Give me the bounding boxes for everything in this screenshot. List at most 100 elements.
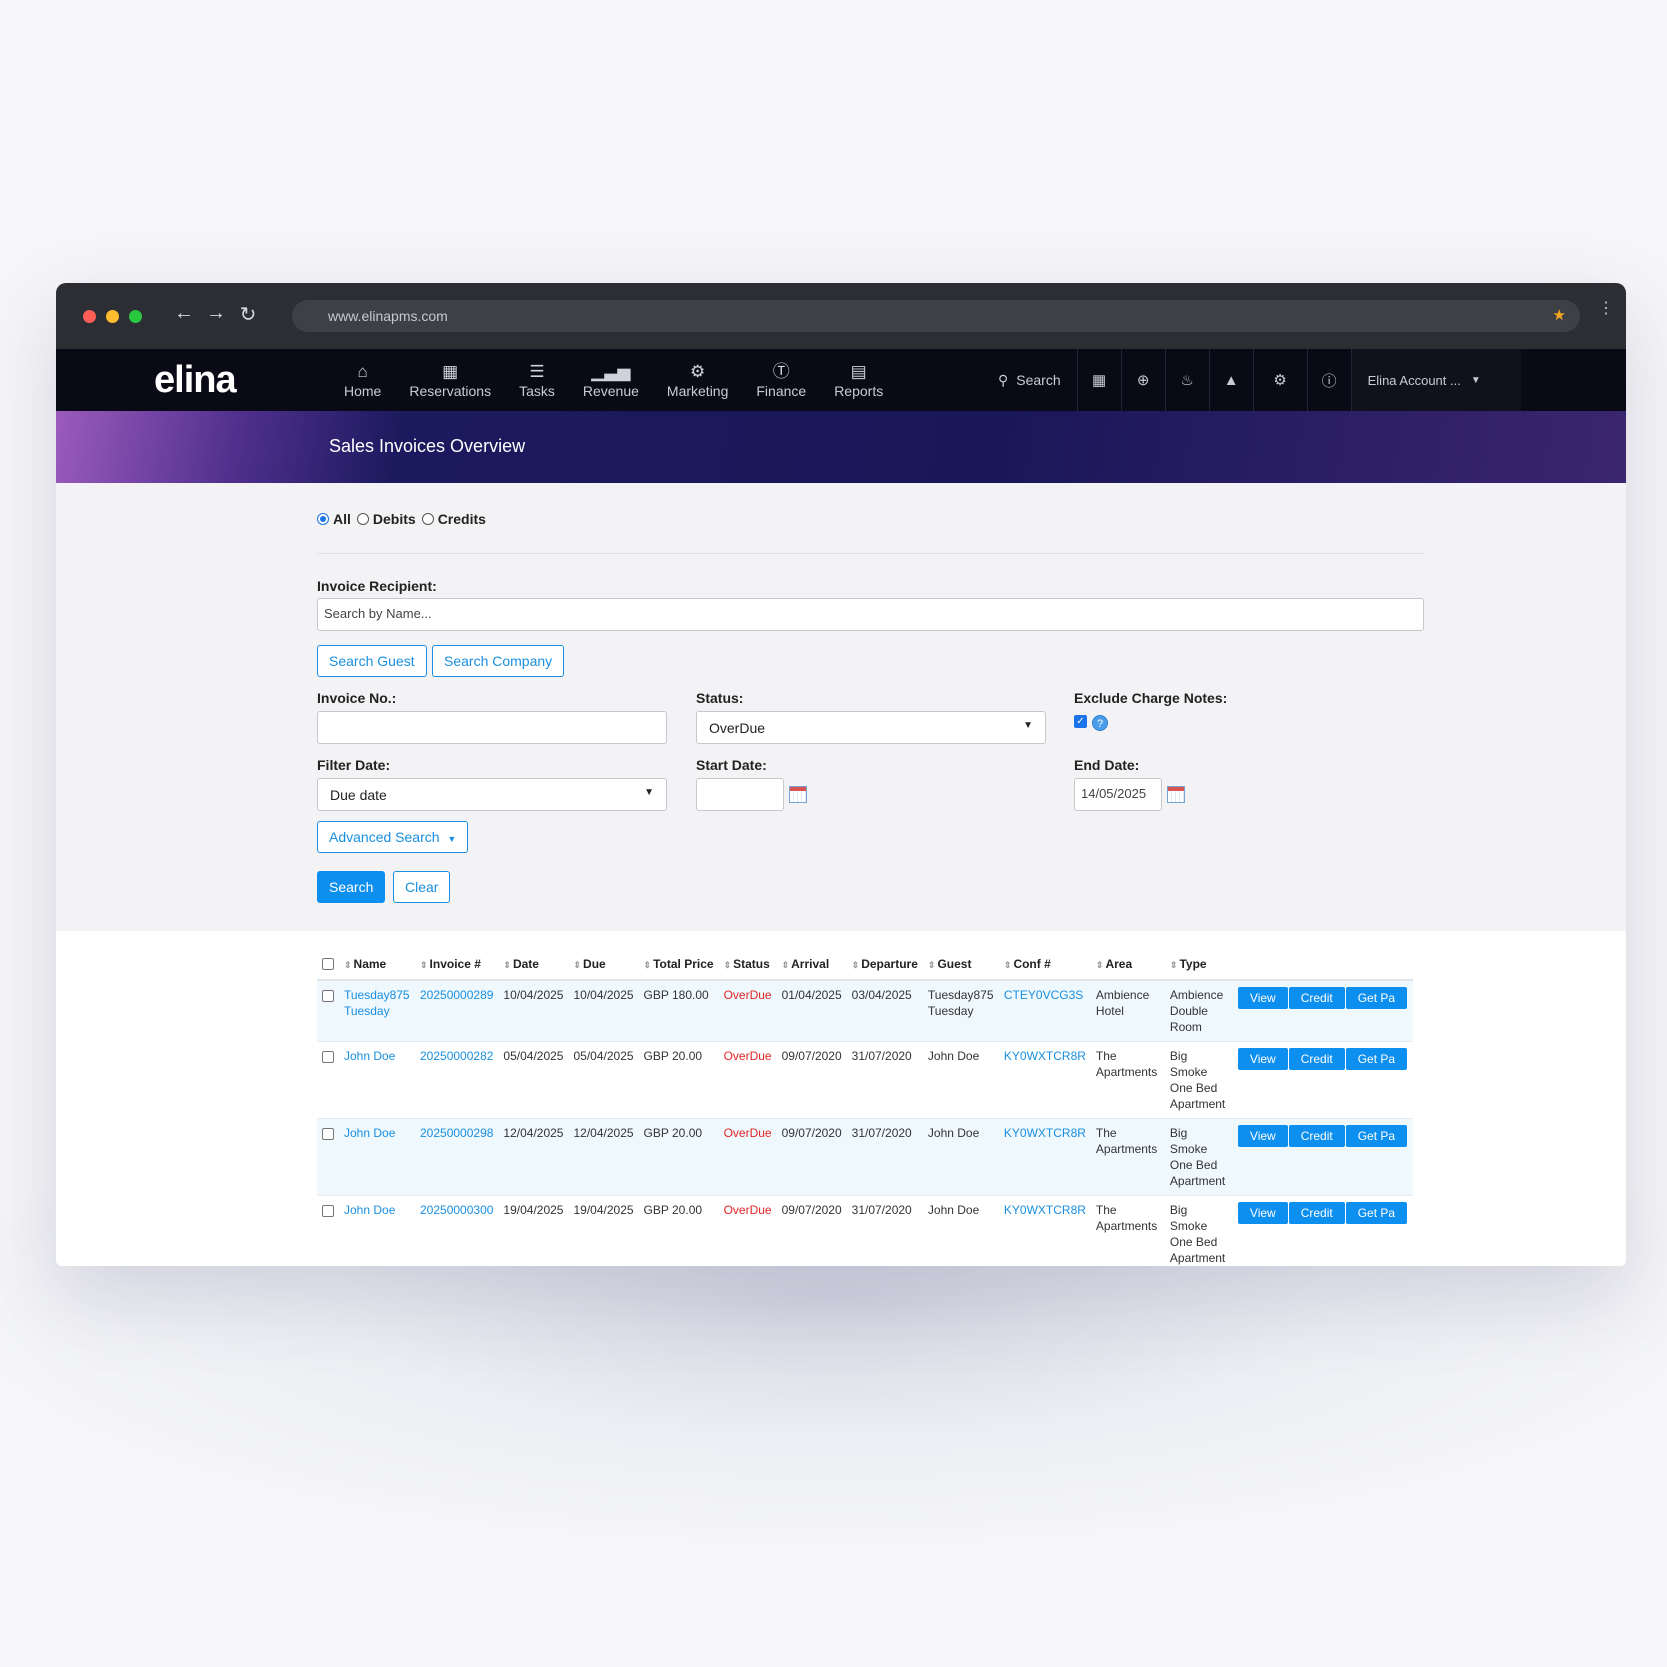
search-guest-button[interactable]: Search Guest bbox=[317, 645, 427, 677]
nav-item-reports[interactable]: ▤ Reports bbox=[834, 361, 883, 399]
view-button[interactable]: View bbox=[1237, 1048, 1288, 1070]
name-link[interactable]: John Doe bbox=[344, 1126, 395, 1140]
name-link[interactable]: John Doe bbox=[344, 1049, 395, 1063]
nav-item-tasks[interactable]: ☰ Tasks bbox=[519, 361, 555, 399]
filter-date-select[interactable]: Due date ▼ bbox=[317, 778, 667, 811]
column-header-conf[interactable]: ⇕ Conf # bbox=[998, 949, 1091, 981]
help-icon[interactable]: ⓘ bbox=[1308, 349, 1352, 411]
account-dropdown[interactable]: Elina Account ... ▼ bbox=[1351, 349, 1521, 411]
chevron-down-icon: ▼ bbox=[644, 787, 654, 798]
column-header-label: Total Price bbox=[653, 957, 714, 971]
status-select[interactable]: OverDue ▼ bbox=[696, 711, 1046, 744]
sort-icon: ⇕ bbox=[573, 960, 582, 970]
start-date-input[interactable] bbox=[696, 778, 784, 811]
bell-icon[interactable]: ♨ bbox=[1166, 349, 1210, 411]
calendar-icon[interactable] bbox=[789, 786, 807, 803]
minimize-window-dot[interactable] bbox=[106, 310, 119, 323]
date-cell: 19/04/2025 bbox=[498, 1195, 569, 1266]
get-payment-button[interactable]: Get Pa bbox=[1345, 1125, 1408, 1147]
global-search-button[interactable]: ⚲ Search bbox=[976, 349, 1078, 411]
view-button[interactable]: View bbox=[1237, 1202, 1288, 1224]
conf-link[interactable]: KY0WXTCR8R bbox=[1004, 1049, 1086, 1063]
calendar-tool-icon[interactable]: ▦ bbox=[1078, 349, 1122, 411]
settings-icon[interactable]: ⚙ bbox=[1254, 349, 1308, 411]
close-window-dot[interactable] bbox=[83, 310, 96, 323]
column-header-area[interactable]: ⇕ Area bbox=[1090, 949, 1165, 981]
credit-button[interactable]: Credit bbox=[1288, 1202, 1345, 1224]
view-button[interactable]: View bbox=[1237, 1125, 1288, 1147]
add-circle-icon[interactable]: ⊕ bbox=[1122, 349, 1166, 411]
row-checkbox[interactable] bbox=[322, 1205, 334, 1217]
address-bar[interactable]: www.elinapms.com ★ bbox=[292, 300, 1580, 332]
invoice-no-input[interactable] bbox=[317, 711, 667, 744]
conf-link[interactable]: KY0WXTCR8R bbox=[1004, 1203, 1086, 1217]
recipient-search-input[interactable]: Search by Name... bbox=[317, 598, 1424, 631]
advanced-search-label: Advanced Search bbox=[329, 829, 440, 845]
column-header-due[interactable]: ⇕ Due bbox=[568, 949, 639, 981]
radio-debits[interactable] bbox=[356, 513, 369, 525]
nav-item-finance[interactable]: Ⓣ Finance bbox=[756, 361, 806, 399]
invoice-link[interactable]: 20250000282 bbox=[420, 1049, 493, 1063]
nav-item-revenue[interactable]: ▁▃▅ Revenue bbox=[583, 361, 639, 399]
column-header-name[interactable]: ⇕ Name bbox=[339, 949, 415, 981]
advanced-search-button[interactable]: Advanced Search ▼ bbox=[317, 821, 469, 853]
column-header-guest[interactable]: ⇕ Guest bbox=[922, 949, 999, 981]
conf-link[interactable]: CTEY0VCG3S bbox=[1004, 988, 1083, 1002]
name-link[interactable]: Tuesday875 Tuesday bbox=[344, 988, 410, 1018]
clear-button[interactable]: Clear bbox=[393, 871, 451, 903]
credit-button[interactable]: Credit bbox=[1288, 1048, 1345, 1070]
column-header-arrival[interactable]: ⇕ Arrival bbox=[776, 949, 847, 981]
exclude-charge-notes-checkbox[interactable]: ✓ bbox=[1074, 715, 1087, 728]
invoice-link[interactable]: 20250000300 bbox=[420, 1203, 493, 1217]
search-company-button[interactable]: Search Company bbox=[432, 645, 565, 677]
browser-menu-icon[interactable]: ⋮ bbox=[1598, 301, 1614, 317]
nav-item-marketing[interactable]: ⚙ Marketing bbox=[667, 361, 728, 399]
row-checkbox[interactable] bbox=[322, 990, 334, 1002]
conf-link[interactable]: KY0WXTCR8R bbox=[1004, 1126, 1086, 1140]
name-link[interactable]: John Doe bbox=[344, 1203, 395, 1217]
column-header-status[interactable]: ⇕ Status bbox=[718, 949, 777, 981]
column-header-departure[interactable]: ⇕ Departure bbox=[846, 949, 923, 981]
maximize-window-dot[interactable] bbox=[129, 310, 142, 323]
row-checkbox[interactable] bbox=[322, 1051, 334, 1063]
select-all-header bbox=[317, 949, 339, 981]
reload-icon[interactable]: ↻ bbox=[238, 302, 258, 327]
column-header-date[interactable]: ⇕ Date bbox=[498, 949, 569, 981]
elina-logo[interactable]: elina bbox=[154, 359, 237, 402]
bookmark-star-icon[interactable]: ★ bbox=[1553, 306, 1566, 324]
table-row: Tuesday875 Tuesday 20250000289 10/04/202… bbox=[317, 980, 1414, 1042]
column-header-type[interactable]: ⇕ Type bbox=[1164, 949, 1233, 981]
view-button[interactable]: View bbox=[1237, 987, 1288, 1009]
column-header-label: Date bbox=[512, 957, 539, 971]
sort-icon: ⇕ bbox=[420, 960, 428, 970]
get-payment-button[interactable]: Get Pa bbox=[1345, 1202, 1408, 1224]
due-cell: 19/04/2025 bbox=[568, 1195, 639, 1266]
search-icon: ⚲ bbox=[998, 371, 1009, 388]
invoice-link[interactable]: 20250000298 bbox=[420, 1126, 493, 1140]
get-payment-button[interactable]: Get Pa bbox=[1345, 987, 1408, 1009]
back-arrow-icon[interactable]: ← bbox=[174, 302, 194, 327]
sort-icon: ⇕ bbox=[723, 960, 732, 970]
invoice-link[interactable]: 20250000289 bbox=[420, 988, 493, 1002]
nav-item-home[interactable]: ⌂ Home bbox=[344, 361, 381, 399]
column-header-total-price[interactable]: ⇕ Total Price bbox=[638, 949, 719, 981]
radio-all[interactable] bbox=[317, 513, 329, 525]
guest-cell: Tuesday875 Tuesday bbox=[922, 980, 999, 1042]
end-date-input[interactable]: 14/05/2025 bbox=[1074, 778, 1162, 811]
area-cell: The Apartments bbox=[1090, 1195, 1165, 1266]
select-all-checkbox[interactable] bbox=[322, 958, 334, 970]
row-checkbox[interactable] bbox=[322, 1128, 334, 1140]
get-payment-button[interactable]: Get Pa bbox=[1345, 1048, 1408, 1070]
column-header-invoice[interactable]: ⇕ Invoice # bbox=[415, 949, 499, 981]
calendar-icon[interactable] bbox=[1167, 786, 1185, 803]
column-header-label: Departure bbox=[861, 957, 918, 971]
nav-item-reservations[interactable]: ▦ Reservations bbox=[409, 361, 491, 399]
credit-button[interactable]: Credit bbox=[1288, 987, 1345, 1009]
radio-credits[interactable] bbox=[421, 513, 434, 525]
date-cell: 12/04/2025 bbox=[498, 1118, 569, 1196]
hierarchy-icon[interactable]: ▲ bbox=[1210, 349, 1254, 411]
credit-button[interactable]: Credit bbox=[1288, 1125, 1345, 1147]
search-button[interactable]: Search bbox=[317, 871, 386, 903]
forward-arrow-icon[interactable]: → bbox=[206, 302, 226, 327]
question-mark-icon[interactable]: ? bbox=[1092, 715, 1108, 731]
